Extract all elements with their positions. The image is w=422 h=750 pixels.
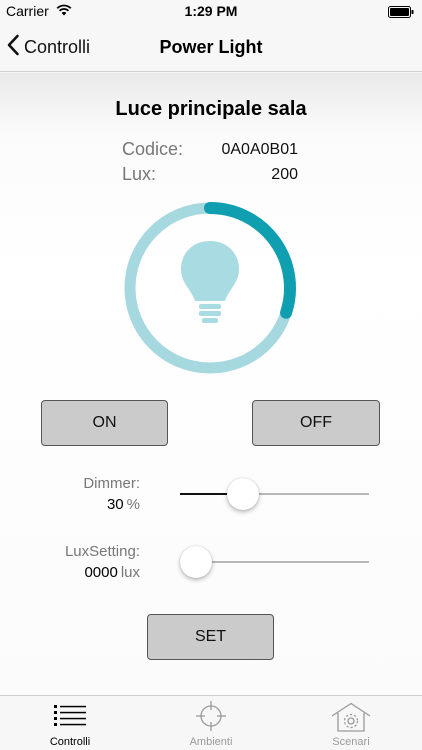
status-bar: Carrier 1:29 PM (0, 0, 422, 22)
tab-bar: Controlli Ambienti Scenari (0, 695, 422, 750)
page-title: Power Light (159, 37, 263, 57)
luxsetting-value-display: 0000 lux (84, 564, 140, 581)
dimmer-slider-thumb[interactable] (227, 478, 260, 510)
lightbulb-icon (181, 241, 239, 323)
luxsetting-label: LuxSetting: (64, 543, 140, 560)
tab-label: Scenari (332, 736, 370, 748)
dimmer-value: 30 (106, 496, 124, 513)
tab-ambienti[interactable]: Ambienti (141, 696, 281, 750)
off-button[interactable]: OFF (252, 400, 380, 446)
tab-scenari[interactable]: Scenari (281, 696, 421, 750)
brightness-ring (119, 197, 301, 379)
tab-label: Controlli (49, 736, 91, 748)
battery-icon (388, 5, 414, 21)
tab-controlli[interactable]: Controlli (0, 696, 140, 750)
luxsetting-slider-thumb[interactable] (180, 546, 212, 578)
code-value: 0A0A0B01 (221, 141, 298, 158)
code-label: Codice: (122, 139, 184, 159)
lux-value: 200 (271, 166, 298, 183)
dimmer-label: Dimmer: (83, 475, 140, 492)
set-button[interactable]: SET (147, 614, 274, 660)
tab-label: Ambienti (189, 736, 233, 748)
navigation-bar: Controlli Power Light (0, 22, 422, 72)
dimmer-unit: % (126, 496, 140, 513)
device-control-panel: Luce principale sala Codice: 0A0A0B01 Lu… (0, 73, 422, 695)
lux-label: Lux: (122, 164, 157, 184)
luxsetting-value: 0000 (84, 564, 118, 581)
device-name: Luce principale sala (115, 98, 307, 120)
luxsetting-slider[interactable] (180, 546, 369, 578)
luxsetting-unit: lux (120, 564, 140, 581)
dimmer-slider[interactable] (180, 478, 369, 510)
dimmer-value-display: 30% (107, 496, 140, 513)
status-time: 1:29 PM (184, 3, 238, 19)
on-button[interactable]: ON (41, 400, 168, 446)
